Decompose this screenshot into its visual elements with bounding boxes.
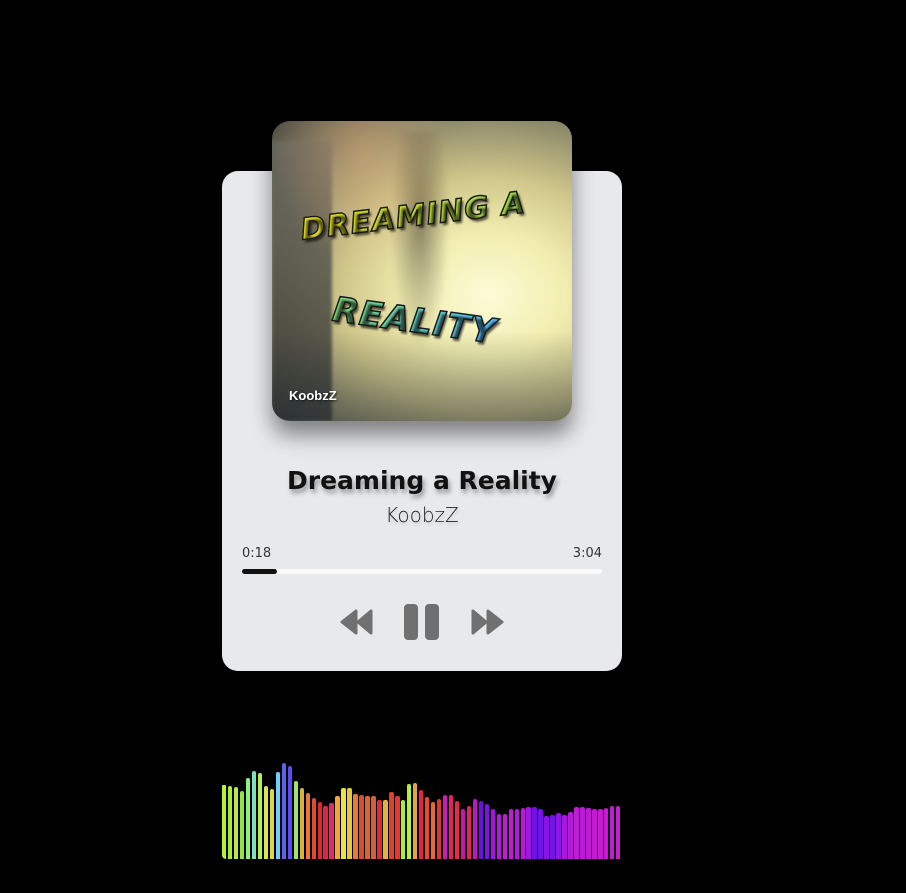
visualizer-bar bbox=[442, 795, 448, 859]
visualizer-bar bbox=[359, 795, 364, 859]
visualizer-bar bbox=[454, 801, 460, 859]
rewind-button[interactable] bbox=[340, 608, 374, 636]
visualizer-bar bbox=[574, 807, 579, 859]
visualizer-bar bbox=[586, 808, 591, 859]
visualizer-bar bbox=[502, 814, 507, 859]
visualizer-bar bbox=[598, 809, 603, 859]
visualizer-bar bbox=[490, 809, 496, 859]
visualizer-bar bbox=[317, 802, 322, 859]
visualizer-bar bbox=[239, 791, 245, 859]
visualizer-bar bbox=[347, 788, 352, 859]
visualizer-bar bbox=[550, 815, 555, 859]
visualizer-bar bbox=[377, 800, 382, 859]
current-time: 0:18 bbox=[242, 546, 272, 561]
progress-fill bbox=[242, 569, 278, 574]
visualizer-bar bbox=[413, 783, 418, 859]
visualizer-bar bbox=[466, 806, 472, 859]
visualizer-bar bbox=[305, 793, 310, 859]
visualizer-bar bbox=[407, 784, 412, 859]
visualizer-bar bbox=[275, 772, 281, 859]
visualizer-bar bbox=[580, 807, 585, 859]
visualizer-bar bbox=[401, 800, 406, 859]
visualizer-bar bbox=[496, 814, 502, 859]
visualizer-bar bbox=[245, 778, 251, 859]
visualizer-bar bbox=[293, 781, 299, 859]
audio-visualizer bbox=[222, 760, 622, 859]
visualizer-bar bbox=[508, 809, 513, 859]
visualizer-bar bbox=[478, 801, 484, 859]
visualizer-bar bbox=[526, 807, 531, 859]
rewind-icon bbox=[340, 609, 373, 635]
visualizer-bar bbox=[233, 787, 239, 859]
pause-icon bbox=[404, 604, 439, 640]
visualizer-bar bbox=[568, 812, 573, 859]
visualizer-bar bbox=[460, 809, 466, 859]
visualizer-bar bbox=[520, 808, 525, 859]
visualizer-bar bbox=[592, 809, 597, 859]
visualizer-bar bbox=[371, 796, 376, 859]
visualizer-bar bbox=[395, 796, 400, 859]
cover-artist-tag: KoobzZ bbox=[289, 388, 337, 403]
visualizer-bar bbox=[269, 789, 275, 859]
song-artist: KoobzZ bbox=[385, 503, 459, 527]
visualizer-bar bbox=[383, 800, 388, 859]
visualizer-bar bbox=[341, 788, 346, 859]
fast-forward-icon bbox=[471, 609, 504, 635]
visualizer-bar bbox=[532, 807, 537, 859]
visualizer-bar bbox=[329, 803, 334, 859]
visualizer-bar bbox=[335, 796, 340, 859]
song-title: Dreaming a Reality bbox=[287, 466, 557, 495]
visualizer-bar bbox=[365, 796, 370, 859]
visualizer-bar bbox=[353, 794, 358, 859]
visualizer-bar bbox=[610, 806, 615, 859]
pause-button[interactable] bbox=[403, 603, 441, 641]
fast-forward-button[interactable] bbox=[470, 608, 504, 636]
album-cover: Dreaming a Reality KoobzZ bbox=[272, 121, 572, 421]
visualizer-bar bbox=[424, 797, 430, 859]
visualizer-bar bbox=[430, 802, 436, 859]
visualizer-bar bbox=[227, 786, 233, 859]
visualizer-bar bbox=[514, 809, 519, 859]
visualizer-bar bbox=[311, 798, 316, 859]
track-duration: 3:04 bbox=[572, 546, 602, 561]
visualizer-bar bbox=[263, 786, 269, 859]
visualizer-bar bbox=[544, 816, 549, 859]
visualizer-bar bbox=[299, 788, 304, 859]
visualizer-bar bbox=[484, 804, 490, 859]
player-stage: Dreaming a Reality KoobzZ Dreaming a Rea… bbox=[0, 0, 906, 893]
visualizer-bar bbox=[436, 799, 442, 859]
visualizer-bar bbox=[604, 808, 609, 859]
visualizer-bar bbox=[448, 795, 454, 859]
visualizer-bar bbox=[281, 763, 287, 859]
visualizer-bar bbox=[222, 785, 227, 859]
visualizer-bar bbox=[251, 771, 257, 859]
visualizer-bar bbox=[472, 799, 478, 859]
visualizer-bar bbox=[556, 813, 561, 859]
visualizer-bar bbox=[538, 809, 543, 859]
cover-haze bbox=[272, 121, 572, 421]
progress-bar[interactable] bbox=[242, 569, 602, 574]
visualizer-bar bbox=[616, 806, 621, 859]
visualizer-bar bbox=[287, 766, 293, 859]
visualizer-bar bbox=[389, 792, 394, 859]
visualizer-bar bbox=[323, 806, 328, 859]
visualizer-bar bbox=[419, 790, 424, 859]
visualizer-bar bbox=[562, 815, 567, 859]
visualizer-bar bbox=[257, 773, 263, 859]
